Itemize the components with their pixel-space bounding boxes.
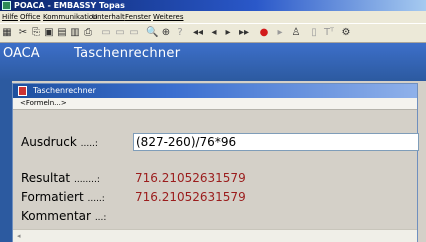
result-label: Resultat ........: — [21, 171, 100, 185]
window-titlebar: POACA - EMBASSY Topas — [0, 0, 426, 11]
grid-icon[interactable]: ▦ — [1, 24, 13, 42]
last-icon[interactable]: ▸▸ — [238, 24, 250, 42]
next-icon[interactable]: ▸ — [222, 24, 234, 42]
print-icon[interactable]: ⎙ — [82, 24, 94, 42]
scroll-left-icon[interactable]: ◂ — [17, 230, 21, 242]
prev-icon[interactable]: ◂ — [208, 24, 220, 42]
dialog-menu: <Formeln...> — [13, 98, 417, 110]
cut-icon[interactable]: ✂ — [17, 24, 29, 42]
chart-icon[interactable]: ▥ — [69, 24, 81, 42]
dialog-title: Taschenrechner — [33, 86, 96, 95]
formulas-menu[interactable]: <Formeln...> — [20, 98, 67, 109]
zoom-icon[interactable]: ⊕ — [160, 24, 172, 42]
app-code: OACA — [3, 46, 40, 61]
app-title: Taschenrechner — [74, 46, 181, 61]
copy-icon[interactable]: ⎘ — [30, 24, 42, 42]
app-header: OACA Taschenrechner — [0, 43, 426, 81]
table-icon[interactable]: ▤ — [56, 24, 68, 42]
menu-fenster[interactable]: Fenster — [125, 11, 151, 23]
help-icon[interactable]: ? — [174, 24, 186, 42]
window3-icon[interactable]: ▭ — [128, 24, 140, 42]
play-icon[interactable]: ▸ — [274, 24, 286, 42]
window2-icon[interactable]: ▭ — [114, 24, 126, 42]
expression-label: Ausdruck .....: — [21, 135, 98, 149]
text-icon[interactable]: Tᵀ — [323, 24, 335, 42]
comment-label: Kommentar ...: — [21, 209, 107, 223]
formatted-label: Formatiert .....: — [21, 190, 105, 204]
window1-icon[interactable]: ▭ — [100, 24, 112, 42]
menu-kommunikation[interactable]: Kommunikation — [43, 11, 98, 23]
settings-icon[interactable]: ⚙ — [340, 24, 352, 42]
menu-weiteres[interactable]: Weiteres — [153, 11, 184, 23]
calculator-dialog: Taschenrechner <Formeln...> Ausdruck ...… — [12, 83, 419, 242]
menubar: Hilfe Office Kommunikation Unterhalt Fen… — [0, 11, 426, 23]
window-title: POACA - EMBASSY Topas — [14, 1, 125, 10]
doc-icon[interactable]: ▯ — [308, 24, 320, 42]
result-value: 716.21052631579 — [135, 171, 246, 185]
menu-unterhalt[interactable]: Unterhalt — [92, 11, 125, 23]
dialog-titlebar: Taschenrechner — [13, 84, 417, 98]
first-icon[interactable]: ◂◂ — [192, 24, 204, 42]
app-icon — [2, 1, 11, 10]
calculator-icon — [18, 86, 27, 96]
menu-hilfe[interactable]: Hilfe — [2, 11, 18, 23]
left-strip — [0, 81, 12, 242]
expression-input[interactable]: (827-260)/76*96 — [133, 133, 419, 151]
horizontal-scrollbar[interactable]: ◂ — [13, 229, 417, 242]
user-icon[interactable]: ♙ — [290, 24, 302, 42]
paste-icon[interactable]: ▣ — [43, 24, 55, 42]
record-icon[interactable]: ● — [258, 24, 270, 42]
menu-office[interactable]: Office — [20, 11, 40, 23]
toolbar: ▦ ✂ ⎘ ▣ ▤ ▥ ⎙ ▭ ▭ ▭ 🔍 ⊕ ? ◂◂ ◂ ▸ ▸▸ ● ▸ … — [0, 23, 426, 43]
search-icon[interactable]: 🔍 — [146, 24, 158, 42]
formatted-value: 716.21052631579 — [135, 190, 246, 204]
